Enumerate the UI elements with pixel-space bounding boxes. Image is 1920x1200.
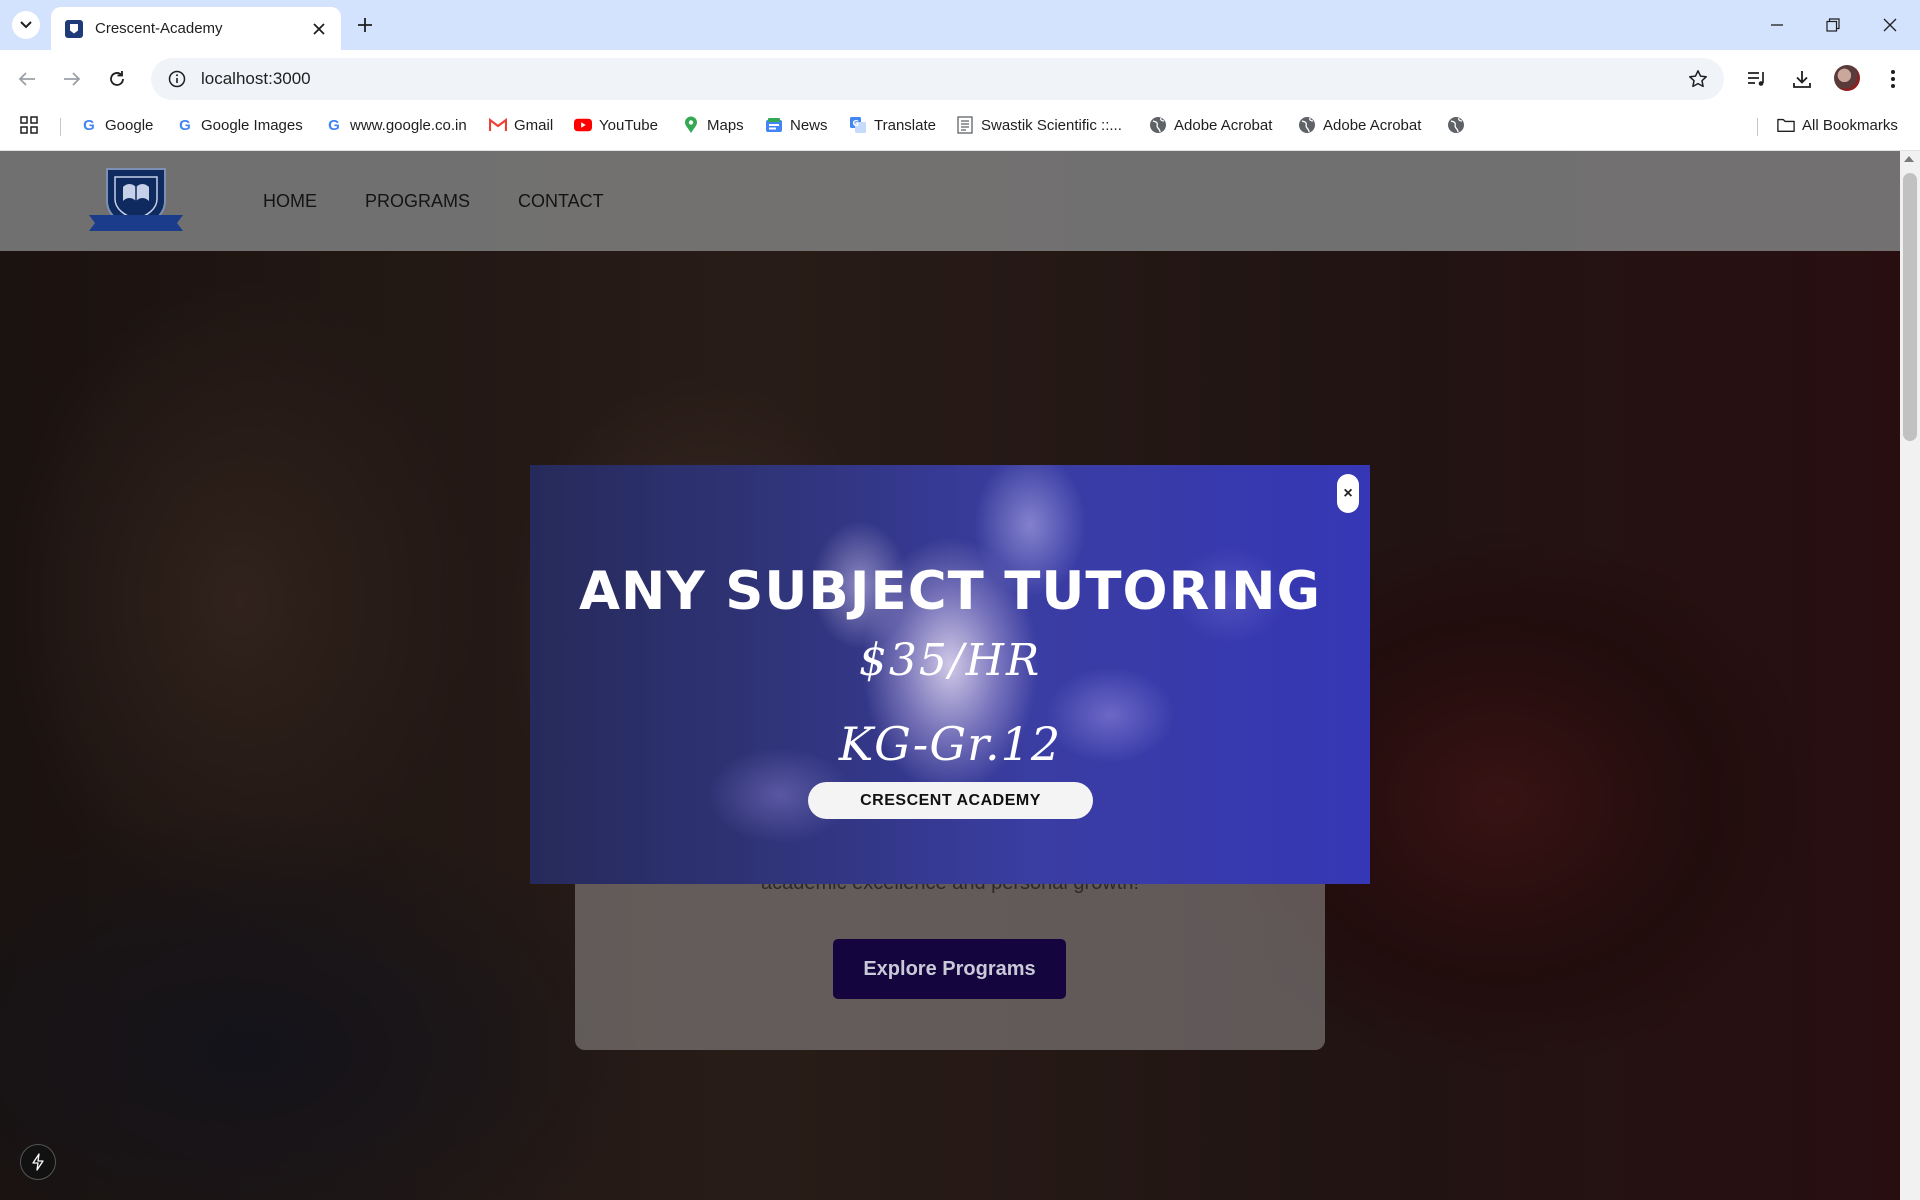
youtube-icon	[574, 116, 592, 134]
close-window-button[interactable]	[1875, 10, 1905, 40]
scroll-up-arrow-icon[interactable]	[1904, 156, 1914, 162]
tab-title: Crescent-Academy	[95, 20, 223, 37]
scrollbar-thumb[interactable]	[1903, 173, 1917, 441]
bookmark-star-icon[interactable]	[1686, 67, 1710, 91]
url-text: localhost:3000	[201, 69, 311, 88]
bookmark-gmail[interactable]: Gmail	[489, 108, 553, 142]
nav-home[interactable]: HOME	[263, 191, 317, 212]
back-button[interactable]	[11, 63, 43, 95]
bookmark-label: YouTube	[599, 116, 658, 134]
bookmark-label: News	[790, 116, 828, 134]
reload-button[interactable]	[101, 63, 133, 95]
close-icon	[313, 22, 325, 35]
svg-text:G: G	[853, 119, 860, 128]
menu-kebab-icon[interactable]	[1878, 64, 1908, 94]
modal-grades: KG-Gr.12	[838, 717, 1062, 771]
modal-close-button[interactable]: ×	[1337, 474, 1359, 513]
lightning-icon	[32, 1153, 44, 1171]
all-bookmarks-button[interactable]: All Bookmarks	[1777, 108, 1898, 142]
chevron-down-icon	[20, 21, 32, 29]
bookmark-youtube[interactable]: YouTube	[574, 108, 658, 142]
site-info-icon[interactable]	[157, 59, 197, 99]
arrow-left-icon	[18, 72, 35, 86]
bookmark-label: Maps	[707, 116, 744, 134]
google-icon: G	[179, 116, 191, 134]
bookmark-label: Gmail	[514, 116, 554, 134]
globe-icon	[1149, 116, 1167, 134]
minimize-button[interactable]	[1762, 10, 1792, 40]
bookmark-adobe-acrobat-1[interactable]: Adobe Acrobat	[1149, 108, 1272, 142]
bookmark-label: Translate	[874, 116, 936, 134]
nav-programs[interactable]: PROGRAMS	[365, 191, 470, 212]
apps-grid-icon	[20, 116, 38, 134]
promo-modal: × ANY SUBJECT TUTORING $35/HR KG-Gr.12 C…	[530, 465, 1370, 884]
tab-close-button[interactable]	[309, 19, 329, 39]
translate-icon: G	[849, 116, 867, 134]
google-icon: G	[328, 116, 340, 134]
arrow-right-icon	[64, 72, 81, 86]
site-favicon-icon	[65, 19, 83, 38]
reload-icon	[110, 71, 124, 86]
gmail-icon	[489, 116, 507, 134]
all-bookmarks-label: All Bookmarks	[1802, 116, 1898, 134]
bookmark-label: Adobe Acrobat	[1323, 116, 1422, 134]
bookmarks-bar: G Google G Google Images G www.google.co…	[0, 108, 1920, 151]
google-icon: G	[83, 116, 95, 134]
bookmarks-divider	[1757, 118, 1758, 136]
restore-icon	[1826, 18, 1840, 32]
document-icon	[956, 116, 974, 134]
apps-button[interactable]	[20, 108, 38, 142]
maps-icon	[682, 116, 700, 134]
profile-avatar[interactable]	[1834, 65, 1860, 91]
bookmark-unnamed[interactable]	[1447, 108, 1472, 142]
bookmark-maps[interactable]: Maps	[682, 108, 744, 142]
page-viewport: HOME PROGRAMS CONTACT academic excellenc…	[0, 151, 1900, 1200]
explore-programs-button[interactable]: Explore Programs	[833, 939, 1066, 999]
folder-icon	[1777, 116, 1795, 134]
modal-brand-badge: CRESCENT ACADEMY	[808, 782, 1093, 819]
globe-icon	[1447, 116, 1465, 134]
globe-icon	[1298, 116, 1316, 134]
media-controls-icon[interactable]	[1742, 64, 1772, 94]
bookmark-google-images[interactable]: G Google Images	[176, 108, 303, 142]
tab-strip: Crescent-Academy	[0, 0, 1920, 50]
tab-search-button[interactable]	[12, 11, 40, 39]
bookmark-label: Adobe Acrobat	[1174, 116, 1273, 134]
bookmark-google-co-in[interactable]: G www.google.co.in	[325, 108, 467, 142]
restore-button[interactable]	[1818, 10, 1848, 40]
modal-title: ANY SUBJECT TUTORING	[578, 561, 1322, 622]
crescent-academy-logo[interactable]	[85, 163, 187, 239]
bookmarks-divider	[60, 118, 61, 136]
site-header: HOME PROGRAMS CONTACT	[0, 151, 1900, 251]
nav-contact[interactable]: CONTACT	[518, 191, 604, 212]
bookmark-adobe-acrobat-2[interactable]: Adobe Acrobat	[1298, 108, 1421, 142]
bookmark-translate[interactable]: G Translate	[849, 108, 936, 142]
close-icon	[1883, 18, 1897, 32]
forward-button[interactable]	[56, 63, 88, 95]
download-icon[interactable]	[1787, 64, 1817, 94]
bookmark-label: Swastik Scientific ::...	[981, 116, 1122, 134]
active-tab[interactable]: Crescent-Academy	[51, 7, 341, 50]
browser-toolbar: localhost:3000	[0, 50, 1920, 108]
dev-tools-indicator[interactable]	[20, 1144, 56, 1180]
bookmark-news[interactable]: News	[765, 108, 828, 142]
bookmark-label: Google	[105, 116, 154, 134]
address-bar[interactable]: localhost:3000	[151, 58, 1724, 100]
plus-icon	[358, 18, 372, 32]
bookmark-swastik-scientific[interactable]: Swastik Scientific ::...	[956, 108, 1122, 142]
news-icon	[765, 116, 783, 134]
bookmark-label: Google Images	[201, 116, 303, 134]
new-tab-button[interactable]	[352, 12, 378, 38]
modal-price: $35/HR	[858, 635, 1042, 686]
bookmark-label: www.google.co.in	[350, 116, 467, 134]
minimize-icon	[1771, 24, 1783, 26]
bookmark-google[interactable]: G Google	[80, 108, 153, 142]
